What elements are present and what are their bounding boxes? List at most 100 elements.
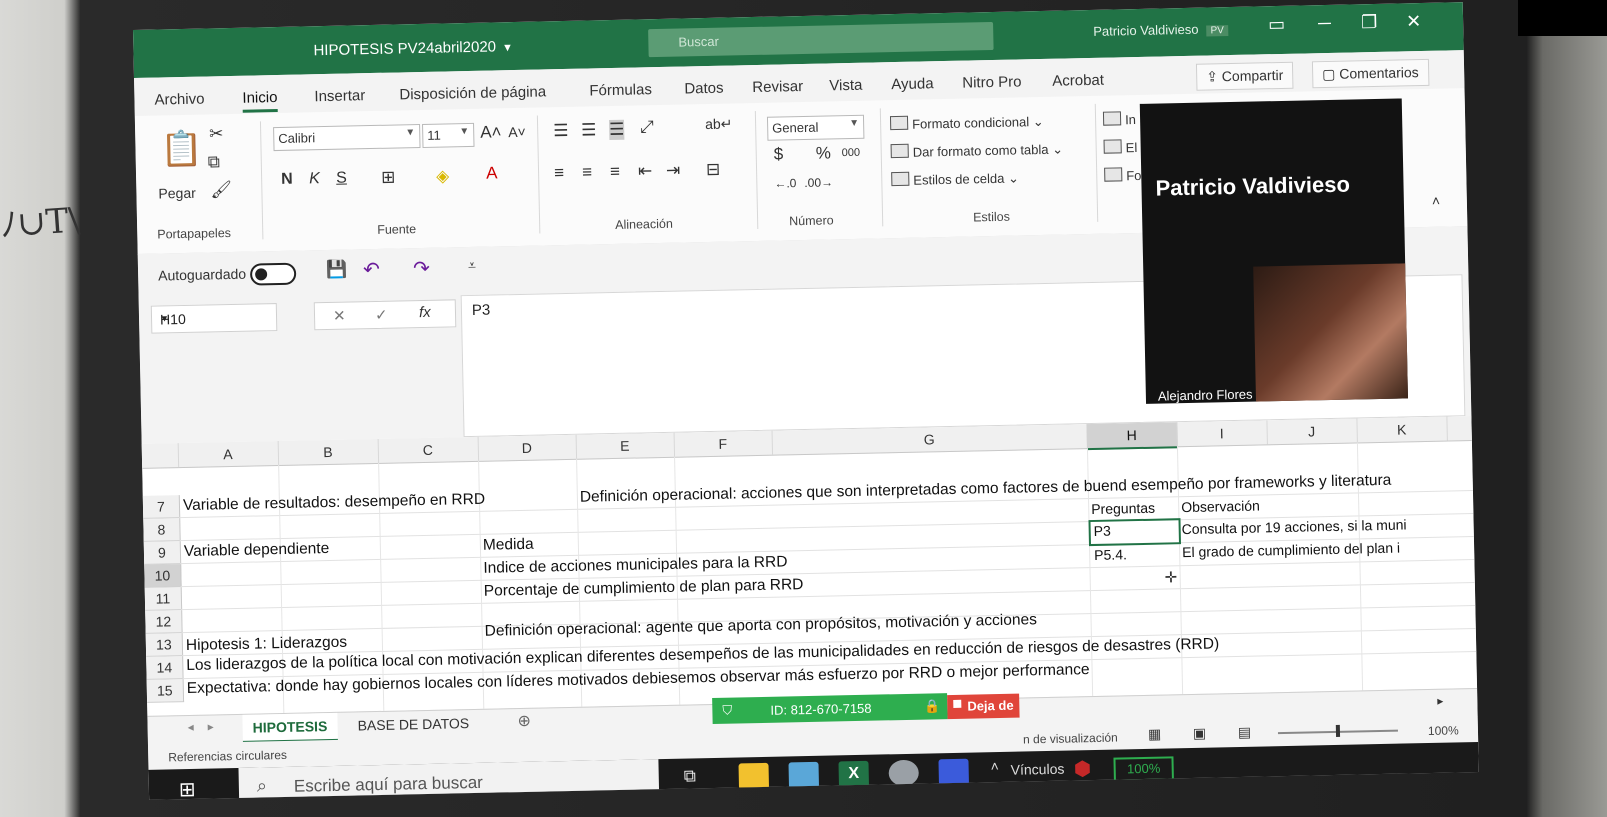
cell-styles-button[interactable]: Estilos de celda ⌄	[891, 169, 1019, 189]
windows-start-icon[interactable]: ⊞	[179, 777, 196, 800]
tray-expand-icon[interactable]: ˄	[990, 758, 999, 774]
tab-disposicion[interactable]: Disposición de página	[399, 83, 546, 103]
tab-acrobat[interactable]: Acrobat	[1052, 72, 1104, 90]
orientation-icon[interactable]: ⤢	[640, 117, 654, 137]
page-layout-icon[interactable]: ▣	[1193, 725, 1207, 742]
tab-formulas[interactable]: Fórmulas	[589, 81, 652, 99]
cell-a13[interactable]: Hipotesis 1: Liderazgos	[186, 634, 347, 655]
cell-h8[interactable]: Preguntas	[1091, 500, 1155, 517]
row-header-15[interactable]: 15	[146, 679, 185, 703]
column-header-e[interactable]: E	[575, 432, 676, 459]
row-header-8[interactable]: 8	[143, 518, 181, 542]
tab-archivo[interactable]: Archivo	[154, 91, 204, 109]
bold-button[interactable]: N	[281, 171, 293, 189]
paste-icon[interactable]: 📋	[160, 129, 203, 170]
align-center-icon[interactable]: ≡	[582, 162, 592, 182]
autosave-toggle[interactable]	[249, 262, 297, 286]
cell-i10[interactable]: El grado de cumplimiento del plan i	[1182, 540, 1400, 561]
row-header-11[interactable]: 11	[144, 587, 183, 611]
browser-icon[interactable]	[888, 759, 919, 787]
page-break-icon[interactable]: ▤	[1238, 724, 1252, 741]
zoom-level[interactable]: 100%	[1428, 723, 1459, 738]
font-name-select[interactable]: Calibri ▼	[273, 124, 421, 152]
number-format-select[interactable]: General ▼	[766, 114, 865, 141]
fill-color-icon[interactable]: ◈	[436, 166, 449, 186]
insert-cells-button[interactable]: In	[1102, 111, 1136, 128]
enter-icon[interactable]: ✓	[375, 306, 388, 324]
underline-button[interactable]: S	[336, 170, 347, 188]
close-icon[interactable]: ✕	[1406, 11, 1422, 32]
insert-function-icon[interactable]: fx	[419, 304, 431, 321]
tab-revisar[interactable]: Revisar	[752, 78, 803, 96]
column-header-j[interactable]: J	[1266, 418, 1358, 445]
sheet-tab-base-de-datos[interactable]: BASE DE DATOS	[347, 710, 479, 739]
worksheet-grid[interactable]: A B C D E F G H I J K 7 8 9 10 11 12 13 …	[141, 416, 1478, 716]
column-header-a[interactable]: A	[177, 441, 280, 468]
select-all-corner[interactable]	[141, 443, 180, 468]
decrease-decimal-icon[interactable]: .00→	[804, 175, 833, 190]
stop-share-button[interactable]: Deja de	[947, 693, 1020, 720]
tab-inicio[interactable]: Inicio	[242, 88, 278, 113]
cut-icon[interactable]: ✂	[209, 124, 224, 144]
borders-icon[interactable]: ⊞	[381, 168, 396, 188]
save-icon[interactable]: 💾	[326, 260, 348, 280]
task-view-icon[interactable]: ⧉	[684, 766, 697, 786]
redo-icon[interactable]: ↷	[413, 256, 430, 281]
column-header-f[interactable]: F	[673, 430, 774, 457]
column-header-h[interactable]: H	[1086, 422, 1178, 451]
search-box[interactable]: Buscar	[648, 21, 994, 58]
tab-ayuda[interactable]: Ayuda	[891, 75, 934, 93]
cell-h10[interactable]: P5.4.	[1094, 546, 1127, 563]
cell-a9[interactable]: Variable dependiente	[184, 540, 330, 561]
row-header-13[interactable]: 13	[145, 633, 184, 657]
tab-datos[interactable]: Datos	[684, 80, 724, 98]
copy-icon[interactable]: ⧉	[208, 152, 221, 172]
delete-cells-button[interactable]: El	[1103, 139, 1137, 156]
merge-center-icon[interactable]: ⊟	[706, 160, 721, 180]
format-cells-button[interactable]: Fo	[1104, 167, 1142, 184]
column-header-i[interactable]: I	[1176, 420, 1268, 447]
add-sheet-icon[interactable]: ⊕	[517, 711, 531, 731]
align-bottom-icon[interactable]: ☰	[608, 119, 625, 141]
font-size-select[interactable]: 11 ▼	[422, 122, 475, 148]
cell-d9[interactable]: Medida	[483, 536, 534, 555]
collapse-ribbon-icon[interactable]: ˄	[1432, 193, 1441, 209]
battery-indicator[interactable]: 100%	[1113, 756, 1174, 782]
tab-nitro-pro[interactable]: Nitro Pro	[962, 73, 1022, 91]
cell-e7[interactable]: Definición operacional: acciones que son…	[580, 472, 1392, 507]
decrease-indent-icon[interactable]: ⇤	[638, 161, 653, 181]
tab-insertar[interactable]: Insertar	[314, 87, 365, 105]
antivirus-tray-icon[interactable]: ⬢	[1073, 756, 1091, 781]
increase-indent-icon[interactable]: ⇥	[666, 161, 681, 181]
align-right-icon[interactable]: ≡	[610, 162, 620, 182]
wrap-text-icon[interactable]: ab↵	[705, 115, 733, 133]
decrease-font-icon[interactable]: A˅	[508, 124, 526, 140]
ribbon-display-icon[interactable]: ▭	[1268, 14, 1285, 35]
row-header-12[interactable]: 12	[145, 610, 183, 634]
row-header-10[interactable]: 10	[144, 564, 182, 588]
percent-icon[interactable]: %	[816, 143, 832, 163]
maximize-icon[interactable]: ❐	[1361, 12, 1378, 33]
conditional-format-button[interactable]: Formato condicional ⌄	[889, 113, 1044, 133]
cell-i8[interactable]: Observación	[1181, 498, 1260, 516]
column-header-c[interactable]: C	[377, 436, 480, 463]
cancel-icon[interactable]: ✕	[333, 307, 346, 325]
cell-h9[interactable]: P3	[1094, 523, 1111, 539]
tab-vista[interactable]: Vista	[829, 77, 862, 95]
align-left-icon[interactable]: ≡	[554, 163, 564, 183]
comments-button[interactable]: ▢ Comentarios	[1311, 58, 1429, 89]
links-toolbar[interactable]: Vínculos	[1011, 761, 1065, 778]
prev-sheet-icon[interactable]: ◂	[187, 720, 193, 734]
zoom-meeting-id-bar[interactable]: ⛉ ID: 812-670-7158 🔒	[712, 693, 948, 725]
status-circular-refs[interactable]: Referencias circulares	[168, 748, 287, 764]
align-middle-icon[interactable]: ☰	[581, 120, 597, 140]
scroll-right-icon[interactable]: ▸	[1437, 694, 1443, 708]
document-title[interactable]: HIPOTESIS PV24abril2020 ▼	[313, 38, 513, 59]
thousands-icon[interactable]: 000	[842, 147, 861, 159]
zoom-video-panel[interactable]: Patricio Valdivieso Alejandro Flores	[1139, 98, 1408, 404]
column-header-k[interactable]: K	[1356, 416, 1448, 443]
share-button[interactable]: ⇪ Compartir	[1195, 61, 1294, 91]
paste-button[interactable]: Pegar	[158, 185, 196, 202]
cell-i9[interactable]: Consulta por 19 acciones, si la muni	[1182, 516, 1407, 537]
minimize-icon[interactable]: ─	[1318, 13, 1331, 34]
